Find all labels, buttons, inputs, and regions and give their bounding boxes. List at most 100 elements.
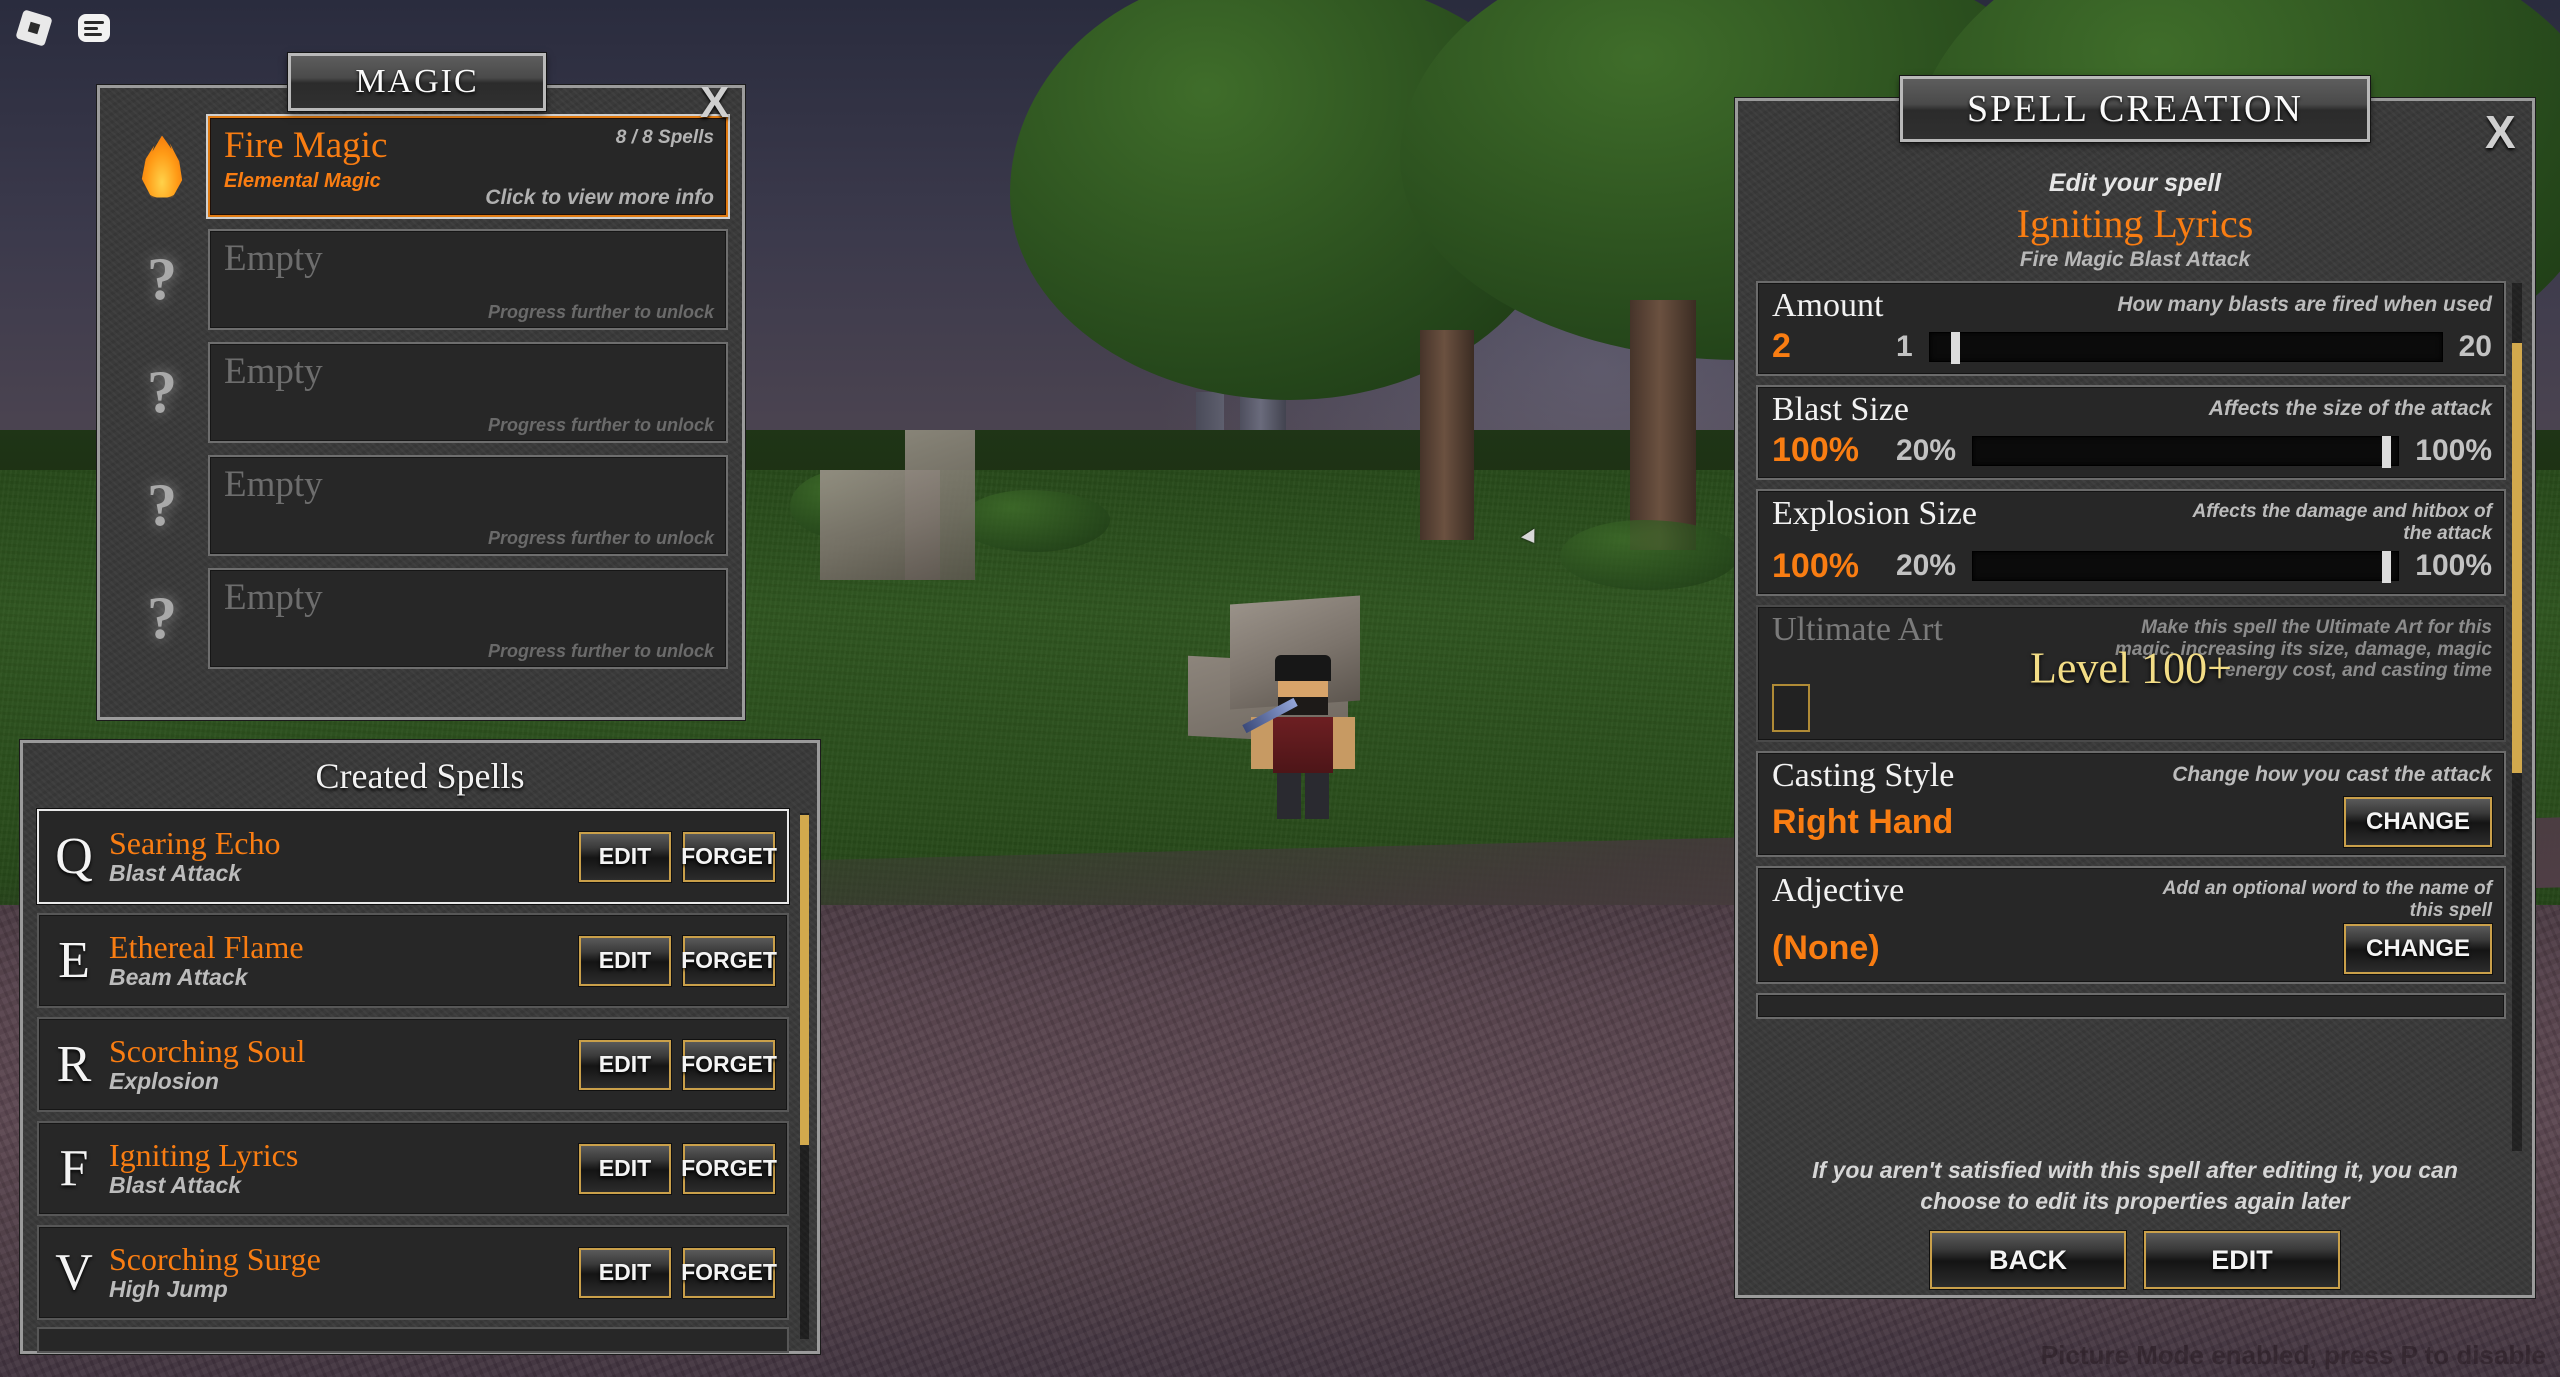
- property-label: Casting Style: [1772, 757, 1955, 795]
- created-spells-scroll-thumb[interactable]: [800, 815, 809, 1145]
- magic-card-fire[interactable]: Fire Magic Elemental Magic 8 / 8 Spells …: [208, 116, 728, 217]
- created-spells-panel: Created Spells Q Searing Echo Blast Atta…: [20, 740, 820, 1354]
- magic-card-subtitle: Elemental Magic: [224, 170, 381, 192]
- back-button[interactable]: BACK: [1930, 1231, 2126, 1289]
- property-ultimate-art: Ultimate Art Make this spell the Ultimat…: [1756, 604, 2506, 743]
- magic-slot-row[interactable]: ? Empty Progress further to unlock: [116, 342, 728, 443]
- spell-row[interactable]: F Igniting Lyrics Blast Attack EDIT FORG…: [37, 1121, 789, 1216]
- property-description: Make this spell the Ultimate Art for thi…: [2115, 616, 2492, 682]
- spell-forget-button[interactable]: FORGET: [681, 831, 777, 882]
- property-label: Amount: [1772, 287, 1884, 324]
- blast-size-slider[interactable]: [1972, 435, 2400, 468]
- spell-row[interactable]: R Scorching Soul Explosion EDIT FORGET: [37, 1017, 789, 1112]
- roblox-topbar: [0, 0, 114, 54]
- spell-creation-spell-kind: Fire Magic Blast Attack: [2019, 248, 2251, 271]
- spell-name: Searing Echo: [109, 825, 281, 862]
- magic-card-empty[interactable]: Empty Progress further to unlock: [208, 229, 728, 330]
- magic-card-name: Empty: [224, 351, 323, 392]
- spell-creation-header: Edit your spell Igniting Lyrics Fire Mag…: [1738, 169, 2532, 272]
- property-description: Affects the size of the attack: [2208, 397, 2492, 420]
- created-spells-scrollbar[interactable]: [800, 813, 809, 1339]
- adjective-change-button[interactable]: CHANGE: [2344, 923, 2492, 974]
- magic-card-hint: Progress further to unlock: [487, 528, 714, 548]
- magic-slot-row[interactable]: Fire Magic Elemental Magic 8 / 8 Spells …: [116, 116, 728, 217]
- spell-row-partial[interactable]: [37, 1327, 789, 1353]
- magic-card-hint: Click to view more info: [485, 186, 714, 209]
- property-range-max: 100%: [2415, 549, 2492, 583]
- property-explosion-size[interactable]: Explosion Size Affects the damage and hi…: [1756, 489, 2506, 596]
- magic-card-empty[interactable]: Empty Progress further to unlock: [208, 455, 728, 556]
- property-range-min: 20%: [1896, 549, 1957, 583]
- property-description: How many blasts are fired when used: [2117, 293, 2492, 316]
- amount-slider[interactable]: [1928, 331, 2443, 364]
- spell-keybind: F: [59, 1139, 89, 1197]
- fire-flame-icon: [116, 135, 208, 198]
- magic-close-button[interactable]: X: [700, 78, 729, 128]
- magic-card-name: Empty: [224, 238, 323, 279]
- spell-type: High Jump: [109, 1275, 228, 1302]
- property-amount[interactable]: Amount How many blasts are fired when us…: [1756, 281, 2506, 376]
- explosion-size-slider-knob[interactable]: [2381, 551, 2391, 584]
- property-row-partial[interactable]: [1756, 992, 2506, 1019]
- spell-keybind: E: [58, 931, 90, 989]
- spell-forget-button[interactable]: FORGET: [681, 935, 777, 986]
- edit-button[interactable]: EDIT: [2144, 1231, 2340, 1289]
- spell-creation-scrollbar[interactable]: [2512, 283, 2522, 1151]
- spell-name: Scorching Surge: [109, 1241, 321, 1278]
- magic-card-name: Fire Magic: [224, 125, 388, 166]
- question-mark-icon: ?: [147, 359, 177, 425]
- spell-row[interactable]: V Scorching Surge High Jump EDIT FORGET: [37, 1225, 789, 1320]
- spell-name: Igniting Lyrics: [109, 1137, 299, 1174]
- spell-row[interactable]: E Ethereal Flame Beam Attack EDIT FORGET: [37, 913, 789, 1008]
- question-mark-icon: ?: [147, 246, 177, 312]
- spell-edit-button[interactable]: EDIT: [579, 1143, 671, 1194]
- spell-forget-button[interactable]: FORGET: [681, 1247, 777, 1298]
- ultimate-art-checkbox: [1772, 684, 1810, 733]
- spell-edit-button[interactable]: EDIT: [579, 1039, 671, 1090]
- magic-card-name: Empty: [224, 577, 323, 618]
- property-blast-size[interactable]: Blast Size Affects the size of the attac…: [1756, 385, 2506, 480]
- player-character: [1242, 655, 1365, 820]
- amount-slider-knob[interactable]: [1951, 331, 1961, 364]
- magic-slot-row[interactable]: ? Empty Progress further to unlock: [116, 455, 728, 556]
- spell-forget-button[interactable]: FORGET: [681, 1143, 777, 1194]
- spell-edit-button[interactable]: EDIT: [579, 831, 671, 882]
- roblox-logo-icon[interactable]: [14, 8, 54, 48]
- question-mark-icon: ?: [147, 472, 177, 538]
- tree-trunk-mid: [1630, 300, 1696, 550]
- spell-forget-button[interactable]: FORGET: [681, 1039, 777, 1090]
- spell-name: Ethereal Flame: [109, 929, 304, 966]
- property-adjective[interactable]: Adjective Add an optional word to the na…: [1756, 866, 2506, 984]
- spell-type: Beam Attack: [109, 963, 248, 990]
- spell-creation-footer: If you aren't satisfied with this spell …: [1738, 1155, 2532, 1289]
- casting-style-change-button[interactable]: CHANGE: [2344, 797, 2492, 848]
- chat-menu-icon[interactable]: [74, 8, 114, 48]
- magic-slot-row[interactable]: ? Empty Progress further to unlock: [116, 229, 728, 330]
- magic-card-empty[interactable]: Empty Progress further to unlock: [208, 342, 728, 443]
- question-mark-icon: ?: [147, 585, 177, 651]
- spell-creation-panel: Edit your spell Igniting Lyrics Fire Mag…: [1735, 98, 2535, 1298]
- property-range-max: 20: [2458, 329, 2492, 363]
- spell-row[interactable]: Q Searing Echo Blast Attack EDIT FORGET: [37, 809, 789, 904]
- property-value: (None): [1772, 929, 1880, 968]
- picture-mode-status: Picture Mode enabled, press P to disable: [2040, 1340, 2546, 1370]
- magic-panel-title: MAGIC: [288, 53, 546, 111]
- blast-size-slider-knob[interactable]: [2381, 435, 2391, 468]
- magic-card-hint: Progress further to unlock: [487, 415, 714, 435]
- property-value: 100%: [1772, 431, 1859, 469]
- magic-card-empty[interactable]: Empty Progress further to unlock: [208, 568, 728, 669]
- property-description: Change how you cast the attack: [2172, 763, 2492, 787]
- spell-keybind: R: [56, 1035, 92, 1093]
- property-casting-style[interactable]: Casting Style Change how you cast the at…: [1756, 751, 2506, 858]
- magic-panel: Fire Magic Elemental Magic 8 / 8 Spells …: [97, 85, 745, 720]
- spell-edit-button[interactable]: EDIT: [579, 935, 671, 986]
- property-range-min: 20%: [1896, 433, 1957, 467]
- spell-creation-scroll-thumb[interactable]: [2512, 343, 2522, 773]
- spell-keybind: Q: [55, 827, 93, 885]
- property-value: 100%: [1772, 546, 1859, 585]
- magic-slot-row[interactable]: ? Empty Progress further to unlock: [116, 568, 728, 669]
- spell-edit-button[interactable]: EDIT: [579, 1247, 671, 1298]
- bush-b: [960, 490, 1110, 552]
- spell-creation-close-button[interactable]: X: [2485, 105, 2516, 159]
- explosion-size-slider[interactable]: [1972, 551, 2400, 584]
